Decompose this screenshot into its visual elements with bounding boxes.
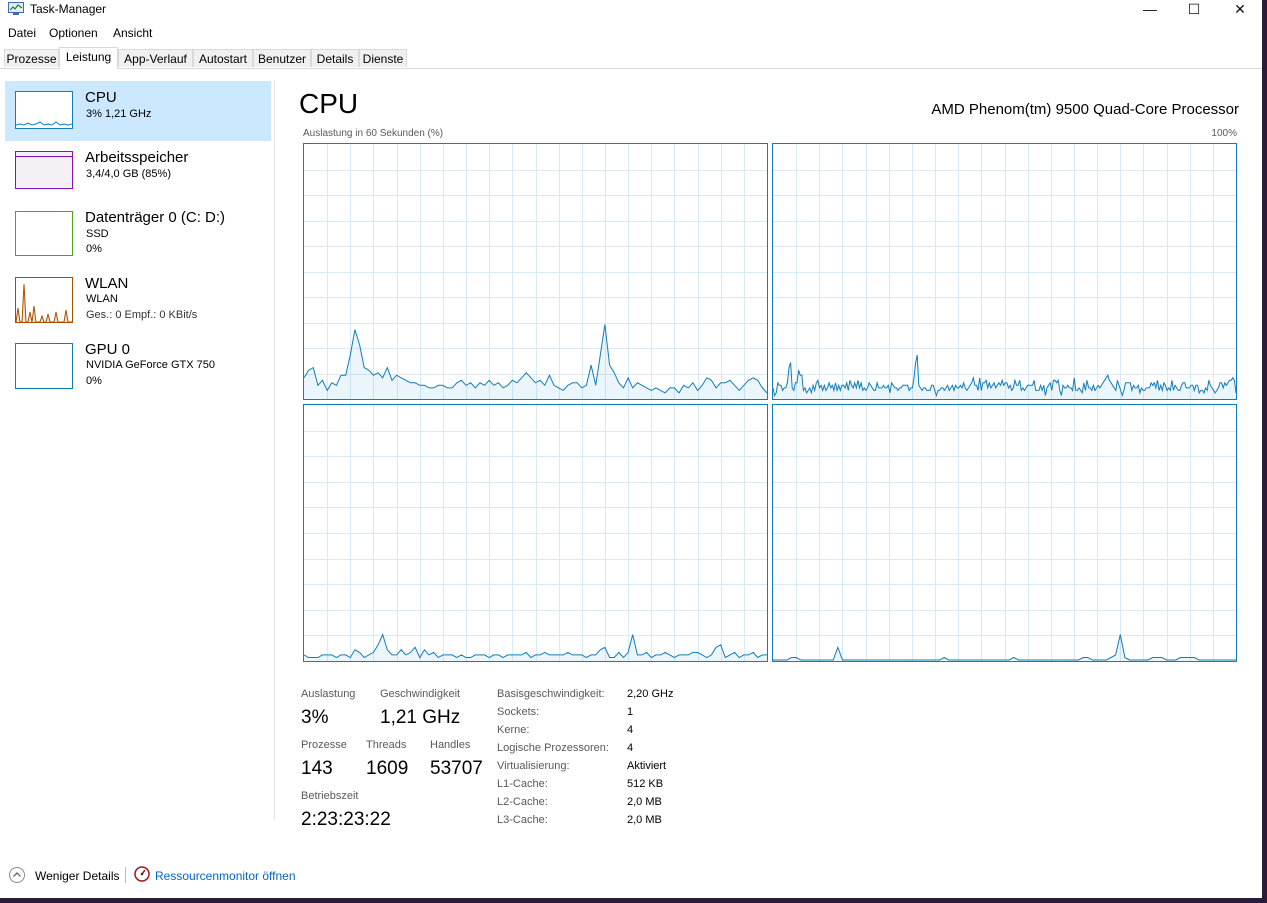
info-label-l1-cache: L1-Cache: — [497, 778, 548, 790]
info-value-kerne: 4 — [627, 724, 634, 736]
handles-label: Handles — [430, 739, 471, 751]
prozesse-value: 143 — [301, 758, 333, 779]
cpu-thumbnail — [15, 91, 73, 129]
resource-monitor-icon — [134, 866, 150, 882]
sidebar-item-subtitle: 3% 1,21 GHz — [86, 108, 152, 120]
sidebar-item-value: 0% — [86, 243, 102, 255]
sidebar-item-title: GPU 0 — [85, 341, 131, 358]
minimize-button[interactable]: — — [1127, 0, 1173, 18]
threads-value: 1609 — [366, 758, 409, 779]
betriebszeit-label: Betriebszeit — [301, 790, 359, 802]
threads-label: Threads — [366, 739, 407, 751]
footer: Weniger Details Ressourcenmonitor öffnen — [0, 862, 1262, 890]
maximize-button[interactable]: ☐ — [1171, 0, 1217, 18]
page-title: CPU — [299, 88, 359, 119]
core-2-plot — [304, 405, 767, 661]
fewer-details-button[interactable]: Weniger Details — [35, 869, 119, 883]
info-label-logische-prozessoren: Logische Prozessoren: — [497, 742, 609, 754]
info-label-l3-cache: L3-Cache: — [497, 814, 548, 826]
menu-optionen[interactable]: Optionen — [49, 26, 98, 40]
maximize-icon: ☐ — [1187, 0, 1201, 17]
core-3-graph — [772, 404, 1237, 662]
minimize-icon: — — [1143, 1, 1157, 17]
info-label-sockets: Sockets: — [497, 706, 540, 718]
processor-model: AMD Phenom(tm) 9500 Quad-Core Processor — [931, 101, 1239, 118]
sidebar-item-subtitle: 3,4/4,0 GB (85%) — [86, 168, 171, 180]
menu-bar: Datei Optionen Ansicht — [0, 24, 1262, 44]
tab-leistung[interactable]: Leistung — [59, 47, 118, 69]
sidebar-item-title: CPU — [85, 89, 117, 106]
sidebar-item-value: 0% — [86, 375, 102, 387]
close-button[interactable]: ✕ — [1217, 0, 1262, 18]
tab-dienste[interactable]: Dienste — [359, 49, 407, 67]
sidebar-item-cpu[interactable]: CPU 3% 1,21 GHz — [5, 81, 271, 141]
info-value-l3-cache: 2,0 MB — [627, 814, 662, 826]
auslastung-label: Auslastung — [301, 688, 356, 700]
graph-caption: Auslastung in 60 Sekunden (%) — [303, 128, 444, 139]
disk-thumbnail — [15, 211, 73, 256]
sidebar-item-arbeitsspeicher[interactable]: Arbeitsspeicher 3,4/4,0 GB (85%) — [5, 141, 271, 201]
title-bar[interactable]: Task-Manager — ☐ ✕ — [0, 0, 1262, 20]
graph-max-label: 100% — [1211, 128, 1237, 139]
sidebar-item-throughput: Ges.: 0 Empf.: 0 KBit/s — [86, 309, 198, 321]
sidebar-item-wlan[interactable]: WLAN WLAN Ges.: 0 Empf.: 0 KBit/s — [5, 267, 271, 327]
sidebar-item-title: Arbeitsspeicher — [85, 149, 189, 166]
sidebar-item-subtitle: WLAN — [86, 293, 118, 305]
close-icon: ✕ — [1234, 0, 1246, 17]
memory-thumbnail — [15, 151, 73, 189]
task-manager-window: Task-Manager — ☐ ✕ Datei Optionen Ansich… — [0, 0, 1262, 898]
info-label-basisgeschwindigkeit: Basisgeschwindigkeit: — [497, 688, 605, 700]
core-0-plot — [304, 144, 767, 399]
tab-benutzer[interactable]: Benutzer — [253, 49, 311, 67]
tab-autostart[interactable]: Autostart — [193, 49, 253, 67]
sidebar-item-subtitle: SSD — [86, 228, 109, 240]
menu-ansicht[interactable]: Ansicht — [113, 26, 152, 40]
info-value-sockets: 1 — [627, 706, 634, 718]
auslastung-value: 3% — [301, 707, 329, 728]
info-value-l1-cache: 512 KB — [627, 778, 664, 790]
info-value-basisgeschwindigkeit: 2,20 GHz — [627, 688, 674, 700]
sidebar-item-gpu[interactable]: GPU 0 NVIDIA GeForce GTX 750 0% — [5, 333, 271, 393]
info-value-l2-cache: 2,0 MB — [627, 796, 662, 808]
open-resource-monitor-link[interactable]: Ressourcenmonitor öffnen — [155, 869, 296, 883]
footer-separator — [125, 867, 126, 883]
tab-prozesse[interactable]: Prozesse — [4, 49, 59, 67]
window-title: Task-Manager — [30, 2, 107, 16]
info-value-virtualisierung: Aktiviert — [627, 760, 667, 772]
geschwindigkeit-value: 1,21 GHz — [380, 707, 461, 728]
cpu-thumbnail-graph — [15, 121, 73, 126]
chevron-up-icon[interactable] — [9, 867, 25, 883]
wlan-thumbnail-graph — [15, 283, 72, 323]
task-manager-app-icon — [8, 2, 24, 15]
core-1-plot — [773, 144, 1236, 399]
sidebar-item-datentraeger[interactable]: Datenträger 0 (C: D:) SSD 0% — [5, 201, 271, 261]
core-1-graph — [772, 143, 1237, 400]
info-label-virtualisierung: Virtualisierung: — [497, 760, 570, 772]
info-value-logische-prozessoren: 4 — [627, 742, 634, 754]
sidebar-item-title: Datenträger 0 (C: D:) — [85, 209, 226, 226]
core-3-plot — [773, 405, 1236, 661]
core-0-graph — [303, 143, 768, 400]
tab-divider — [0, 68, 1262, 69]
info-label-kerne: Kerne: — [497, 724, 530, 736]
wlan-thumbnail — [15, 277, 73, 323]
tab-app-verlauf[interactable]: App-Verlauf — [118, 49, 193, 67]
sidebar-divider — [274, 80, 275, 820]
gpu-thumbnail — [15, 343, 73, 389]
menu-datei[interactable]: Datei — [8, 26, 36, 40]
core-2-graph — [303, 404, 768, 662]
tab-details[interactable]: Details — [311, 49, 359, 67]
betriebszeit-value: 2:23:23:22 — [301, 809, 391, 830]
info-label-l2-cache: L2-Cache: — [497, 796, 548, 808]
handles-value: 53707 — [430, 758, 483, 779]
geschwindigkeit-label: Geschwindigkeit — [380, 688, 461, 700]
prozesse-label: Prozesse — [301, 739, 347, 751]
sidebar-item-subtitle: NVIDIA GeForce GTX 750 — [86, 359, 215, 371]
sidebar-item-title: WLAN — [85, 275, 129, 292]
